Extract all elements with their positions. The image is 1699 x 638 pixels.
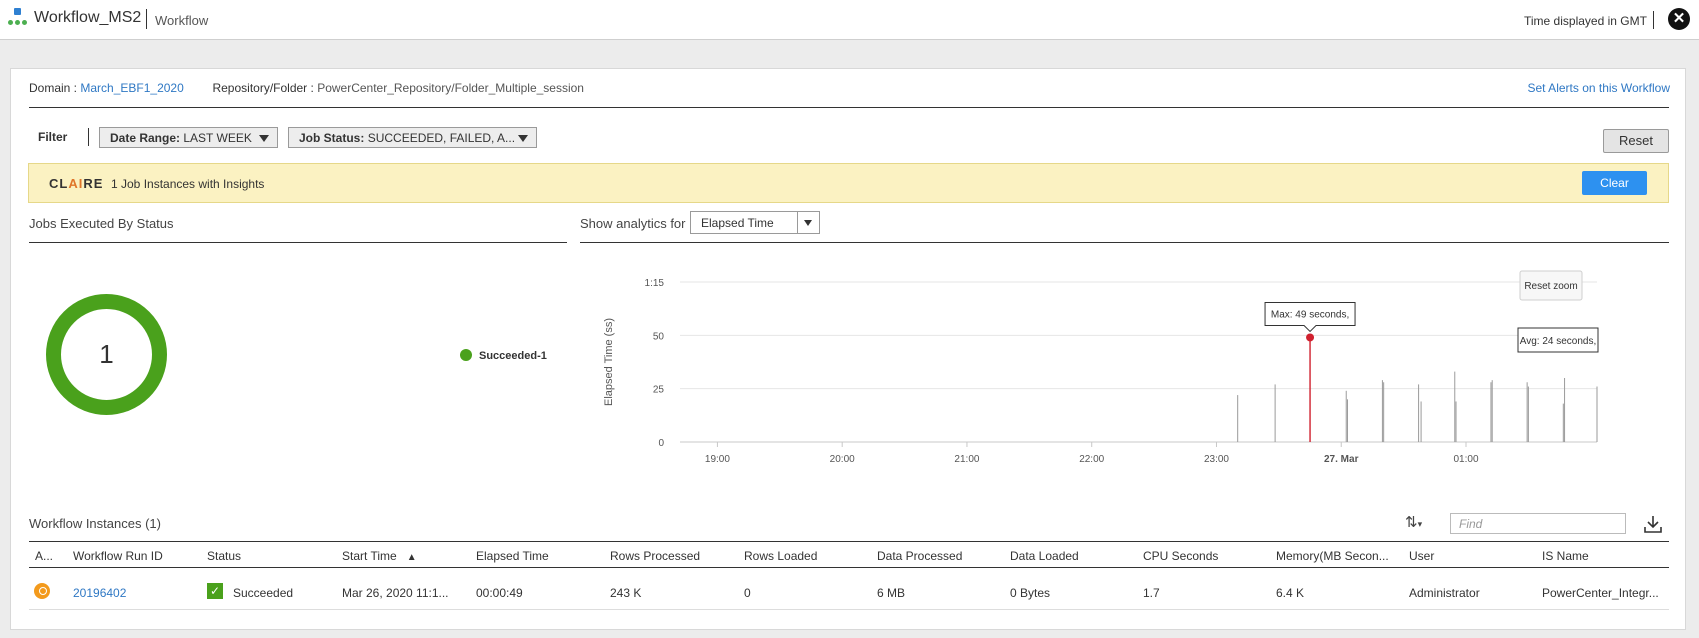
title-divider bbox=[146, 9, 147, 29]
table-row[interactable]: 20196402 ✓ Succeeded Mar 26, 2020 11:1..… bbox=[29, 575, 1669, 609]
data-loaded-cell: 0 Bytes bbox=[1010, 586, 1051, 600]
y-axis-label: Elapsed Time (ss) bbox=[603, 318, 615, 406]
date-range-dropdown[interactable]: Date Range: LAST WEEK bbox=[99, 127, 278, 148]
col-elapsed[interactable]: Elapsed Time bbox=[476, 549, 549, 563]
sort-asc-icon: ▲ bbox=[406, 552, 417, 563]
succeeded-legend-dot bbox=[460, 349, 472, 361]
reset-button[interactable]: Reset bbox=[1603, 129, 1669, 153]
domain-info: Domain : March_EBF1_2020 Repository/Fold… bbox=[29, 81, 584, 95]
run-id-link[interactable]: 20196402 bbox=[73, 586, 126, 600]
repo-label: Repository/Folder : bbox=[212, 81, 314, 95]
x-tick-label: 20:00 bbox=[830, 454, 855, 465]
x-tick-label: 21:00 bbox=[954, 454, 979, 465]
elapsed-time-chart: 0 25 50 1:15 Elapsed Time (ss) 19:00 20:00 21:0… bbox=[603, 270, 1599, 465]
is-name-cell: PowerCenter_Integr... bbox=[1542, 586, 1659, 600]
table-header: A... Workflow Run ID Status Start Time ▲ … bbox=[29, 542, 1669, 567]
divider bbox=[580, 242, 1669, 243]
chevron-down-icon bbox=[797, 212, 819, 233]
find-input[interactable] bbox=[1450, 513, 1626, 534]
analytics-selected-value: Elapsed Time bbox=[701, 216, 774, 230]
x-tick-label: 01:00 bbox=[1453, 454, 1478, 465]
max-tooltip-text: Max: 49 seconds, bbox=[1271, 309, 1349, 320]
cpu-seconds-cell: 1.7 bbox=[1143, 586, 1160, 600]
instances-title: Workflow Instances (1) bbox=[29, 516, 161, 531]
col-start-time[interactable]: Start Time ▲ bbox=[342, 549, 417, 563]
rows-processed-cell: 243 K bbox=[610, 586, 642, 600]
sort-icon[interactable]: ⇅▾ bbox=[1405, 513, 1433, 531]
row-divider bbox=[29, 609, 1669, 610]
chevron-down-icon bbox=[259, 135, 269, 142]
page-title: Workflow_MS2 bbox=[34, 9, 142, 26]
analytics-label: Show analytics for bbox=[580, 216, 686, 231]
domain-label: Domain : bbox=[29, 81, 78, 95]
col-user[interactable]: User bbox=[1409, 549, 1434, 563]
status-cell: Succeeded bbox=[233, 586, 294, 600]
data-processed-cell: 6 MB bbox=[877, 586, 906, 600]
x-tick-label: 27. Mar bbox=[1324, 454, 1359, 465]
workflow-icon bbox=[8, 8, 28, 28]
filter-label: Filter bbox=[38, 130, 68, 144]
user-cell: Administrator bbox=[1409, 586, 1480, 600]
job-status-dropdown[interactable]: Job Status: SUCCEEDED, FAILED, A... bbox=[288, 127, 537, 148]
col-status[interactable]: Status bbox=[207, 549, 241, 563]
date-range-value: LAST WEEK bbox=[183, 131, 252, 145]
jobs-by-status-title: Jobs Executed By Status bbox=[29, 216, 174, 231]
col-cpu-seconds[interactable]: CPU Seconds bbox=[1143, 549, 1218, 563]
download-icon[interactable] bbox=[1643, 514, 1663, 534]
divider bbox=[29, 242, 567, 243]
claire-insights-text: 1 Job Instances with Insights bbox=[111, 177, 265, 191]
header-divider bbox=[1653, 11, 1654, 29]
col-data-processed[interactable]: Data Processed bbox=[877, 549, 962, 563]
col-data-loaded[interactable]: Data Loaded bbox=[1010, 549, 1079, 563]
clear-button[interactable]: Clear bbox=[1582, 171, 1647, 195]
job-status-value: SUCCEEDED, FAILED, A... bbox=[367, 131, 516, 145]
col-run-id[interactable]: Workflow Run ID bbox=[73, 549, 163, 563]
succeeded-legend-label[interactable]: Succeeded-1 bbox=[479, 350, 547, 362]
col-rows-processed[interactable]: Rows Processed bbox=[610, 549, 700, 563]
claire-banner: CLAIRE 1 Job Instances with Insights Cle… bbox=[28, 163, 1669, 203]
y-tick-label: 0 bbox=[658, 438, 664, 449]
top-bar: Workflow_MS2 Workflow Time displayed in … bbox=[0, 0, 1699, 40]
chevron-down-icon bbox=[518, 135, 528, 142]
success-check-icon: ✓ bbox=[207, 583, 223, 599]
max-point bbox=[1306, 333, 1315, 342]
repo-value: PowerCenter_Repository/Folder_Multiple_s… bbox=[317, 81, 584, 95]
rows-loaded-cell: 0 bbox=[744, 586, 751, 600]
set-alerts-link[interactable]: Set Alerts on this Workflow bbox=[1528, 81, 1671, 95]
col-memory[interactable]: Memory(MB Secon... bbox=[1276, 549, 1389, 563]
avg-tooltip-text: Avg: 24 seconds, bbox=[1520, 336, 1597, 347]
col-is-name[interactable]: IS Name bbox=[1542, 549, 1589, 563]
timezone-label: Time displayed in GMT bbox=[1524, 14, 1647, 28]
col-alerts[interactable]: A... bbox=[35, 549, 53, 563]
close-icon[interactable]: ✕ bbox=[1668, 8, 1690, 30]
memory-cell: 6.4 K bbox=[1276, 586, 1305, 600]
insight-icon[interactable] bbox=[34, 583, 50, 599]
y-tick-label: 50 bbox=[653, 331, 665, 342]
job-status-label: Job Status: bbox=[299, 131, 365, 145]
analytics-select[interactable]: Elapsed Time bbox=[690, 211, 820, 234]
col-rows-loaded[interactable]: Rows Loaded bbox=[744, 549, 817, 563]
x-tick-label: 23:00 bbox=[1204, 454, 1229, 465]
table-header-rule bbox=[29, 567, 1669, 568]
domain-link[interactable]: March_EBF1_2020 bbox=[80, 81, 183, 95]
y-tick-label: 1:15 bbox=[645, 278, 665, 289]
divider bbox=[29, 107, 1669, 108]
reset-zoom-label[interactable]: Reset zoom bbox=[1524, 281, 1577, 292]
elapsed-cell: 00:00:49 bbox=[476, 586, 523, 600]
claire-logo: CLAIRE bbox=[49, 176, 104, 191]
start-time-cell: Mar 26, 2020 11:1... bbox=[342, 586, 449, 600]
donut-total: 1 bbox=[99, 339, 114, 369]
x-tick-label: 22:00 bbox=[1079, 454, 1104, 465]
x-tick-label: 19:00 bbox=[705, 454, 730, 465]
page-subtitle: Workflow bbox=[155, 13, 209, 28]
filter-divider bbox=[88, 128, 89, 146]
date-range-label: Date Range: bbox=[110, 131, 181, 145]
y-tick-label: 25 bbox=[653, 385, 665, 396]
